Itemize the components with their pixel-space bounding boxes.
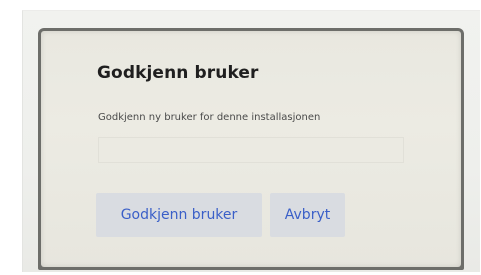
approve-user-button[interactable]: Godkjenn bruker <box>96 193 262 237</box>
dialog-message: Godkjenn ny bruker for denne installasjo… <box>98 112 321 123</box>
cancel-button[interactable]: Avbryt <box>270 193 345 237</box>
dialog-title: Godkjenn bruker <box>97 63 259 83</box>
approve-user-dialog: Godkjenn bruker Godkjenn ny bruker for d… <box>41 31 461 267</box>
user-approval-input[interactable] <box>98 137 404 163</box>
